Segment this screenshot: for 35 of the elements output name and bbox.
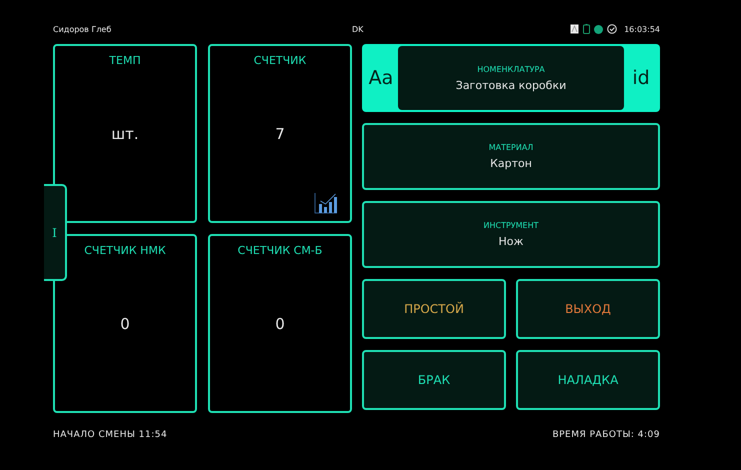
tile-title: СЧЕТЧИК bbox=[252, 54, 308, 67]
shift-start: НАЧАЛО СМЕНЫ 11:54 bbox=[53, 430, 168, 440]
field-label: МАТЕРИАЛ bbox=[488, 143, 534, 152]
field-value: Нож bbox=[498, 235, 524, 248]
action-button[interactable]: ВЫХОД bbox=[516, 279, 660, 339]
action-button[interactable]: ПРОСТОЙ bbox=[362, 279, 506, 339]
work-time: ВРЕМЯ РАБОТЫ: 4:09 bbox=[552, 430, 660, 440]
font-toggle-button[interactable]: Aa bbox=[364, 46, 398, 110]
id-button[interactable]: id bbox=[624, 46, 658, 110]
device-code: DK bbox=[352, 24, 364, 34]
user-name: Сидоров Глеб bbox=[53, 24, 112, 34]
action-button[interactable]: НАЛАДКА bbox=[516, 350, 660, 410]
tile-value: 0 bbox=[120, 314, 130, 335]
status-dot-icon bbox=[594, 24, 604, 34]
info-field[interactable]: ИНСТРУМЕНТ Нож bbox=[362, 201, 660, 268]
side-tab-label: I bbox=[52, 226, 57, 240]
field-label: ИНСТРУМЕНТ bbox=[483, 221, 539, 230]
clock-time: 16:03:54 bbox=[624, 24, 660, 34]
tile-title: СЧЕТЧИК СМ-Б bbox=[236, 244, 324, 257]
field-value: Картон bbox=[490, 157, 532, 170]
tile-value: шт. bbox=[111, 124, 139, 145]
chart-icon bbox=[314, 192, 338, 214]
info-field[interactable]: МАТЕРИАЛ Картон bbox=[362, 123, 660, 190]
side-tab[interactable]: I bbox=[44, 184, 67, 281]
action-button[interactable]: БРАК bbox=[362, 350, 506, 410]
document-icon bbox=[570, 24, 580, 34]
tile-title: СЧЕТЧИК НМК bbox=[83, 244, 167, 257]
check-icon bbox=[607, 24, 618, 34]
nomenclature-field[interactable]: НОМЕНКЛАТУРА Заготовка коробки bbox=[398, 46, 624, 110]
battery-icon bbox=[583, 24, 590, 34]
field-value: Заготовка коробки bbox=[456, 78, 566, 92]
field-label: НОМЕНКЛАТУРА bbox=[477, 64, 545, 74]
tile-value: 7 bbox=[275, 124, 285, 145]
tile-value: 0 bbox=[275, 314, 285, 335]
tile-title: ТЕМП bbox=[108, 54, 142, 67]
